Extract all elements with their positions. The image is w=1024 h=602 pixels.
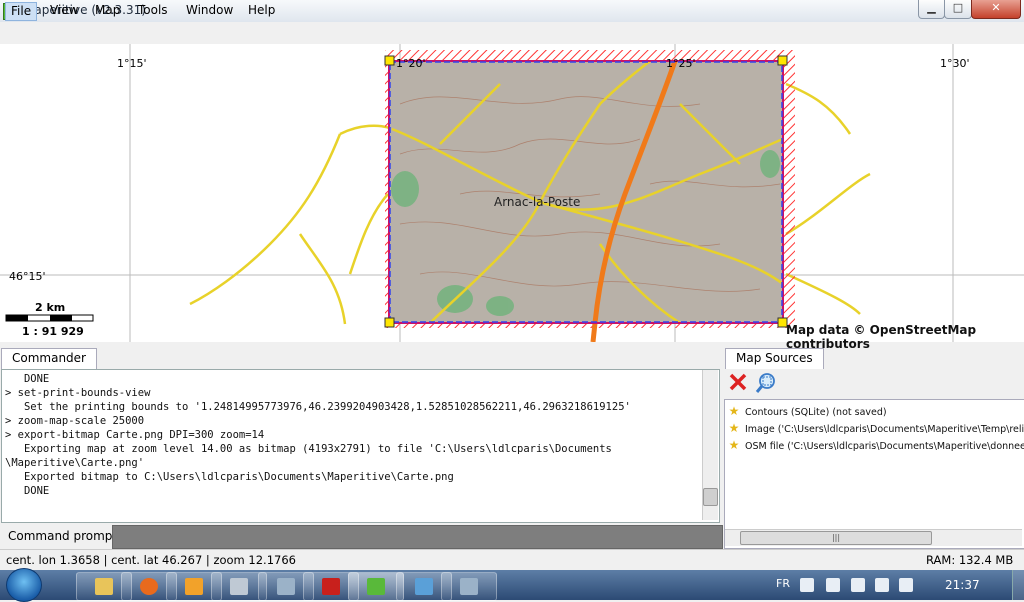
- tray-clock[interactable]: 21:37: [945, 578, 980, 592]
- menu-tools[interactable]: Tools: [133, 2, 173, 19]
- source-label: OSM file ('C:\Users\ldlcparis\Documents\…: [745, 441, 1024, 452]
- console-line: Set the printing bounds to '1.2481499577…: [5, 401, 631, 413]
- menu-view[interactable]: View: [45, 2, 83, 19]
- console-line: > zoom-map-scale 25000: [5, 415, 145, 427]
- remove-source-icon[interactable]: [728, 372, 748, 392]
- maximize-button[interactable]: □: [944, 0, 972, 19]
- app-icon: [277, 578, 295, 595]
- console-line: Exporting map at zoom level 14.00 as bit…: [5, 443, 612, 455]
- console-line: > set-print-bounds-view: [5, 387, 151, 399]
- menu-help[interactable]: Help: [243, 2, 280, 19]
- taskbar-tool[interactable]: [441, 572, 497, 601]
- screenshot-icon: [415, 578, 433, 595]
- town-label: Arnac-la-Poste: [494, 195, 580, 209]
- paint-icon: [230, 578, 248, 595]
- show-desktop-button[interactable]: [1012, 570, 1024, 600]
- window-title: Maperitive (v2.3.31): [24, 3, 146, 17]
- console-line: DONE: [5, 485, 50, 497]
- close-button[interactable]: ✕: [971, 0, 1021, 19]
- tool-icon: [460, 578, 478, 595]
- lon-label-2: 1°20': [396, 57, 426, 70]
- firefox-icon: [140, 578, 158, 595]
- lon-label-4: 1°30': [940, 57, 970, 70]
- map-sources-list[interactable]: ★ Contours (SQLite) (not saved) ★ Image ('…: [724, 399, 1024, 549]
- menu-bar: [0, 22, 1024, 44]
- map-credit: Map data © OpenStreetMap contributors: [786, 323, 977, 351]
- start-button[interactable]: [6, 568, 42, 602]
- minimize-button[interactable]: ▁: [918, 0, 945, 19]
- command-prompt-label: Command prompt:: [8, 529, 122, 543]
- status-ram: RAM: 132.4 MB: [926, 553, 1014, 567]
- media-player-icon: [185, 578, 203, 595]
- tray-network-icon[interactable]: [875, 578, 889, 592]
- tray-alert-icon[interactable]: [899, 578, 913, 592]
- tray-chevron-icon[interactable]: [800, 578, 814, 592]
- tab-map-sources[interactable]: Map Sources: [725, 348, 824, 369]
- scale-bar: [5, 314, 94, 322]
- source-label: Contours (SQLite) (not saved): [745, 407, 887, 418]
- source-label: Image ('C:\Users\ldlcparis\Documents\Map…: [745, 424, 1024, 435]
- tray-language[interactable]: FR: [776, 577, 790, 590]
- list-item[interactable]: ★ Contours (SQLite) (not saved): [727, 403, 887, 419]
- scale-distance: 2 km: [35, 301, 65, 314]
- status-position: cent. lon 1.3658 | cent. lat 46.267 | zo…: [6, 553, 296, 567]
- menu-map[interactable]: Map: [90, 2, 125, 19]
- tray-device-icon[interactable]: [826, 578, 840, 592]
- list-item[interactable]: ★ Image ('C:\Users\ldlcparis\Documents\Ma…: [727, 420, 1024, 436]
- tray-volume-icon[interactable]: [851, 578, 865, 592]
- scale-ratio: 1 : 91 929: [22, 325, 84, 338]
- menu-window[interactable]: Window: [181, 2, 238, 19]
- folder-icon: [95, 578, 113, 595]
- lon-label-1: 1°15': [117, 57, 147, 70]
- zoom-to-source-icon[interactable]: [755, 372, 777, 394]
- tab-commander[interactable]: Commander: [1, 348, 97, 369]
- command-prompt-input[interactable]: [112, 525, 723, 549]
- sources-scroll-thumb[interactable]: |||: [740, 531, 932, 545]
- list-item[interactable]: ★ OSM file ('C:\Users\ldlcparis\Documents…: [727, 437, 1024, 453]
- map-canvas[interactable]: 1°15' 1°20' 1°25' 1°30' 46°15' Arnac-la-…: [0, 44, 1024, 342]
- console-line: Exported bitmap to C:\Users\ldlcparis\Do…: [5, 471, 454, 483]
- handle-top-right[interactable]: [777, 55, 788, 66]
- commander-console[interactable]: DONE > set-print-bounds-view Set the pri…: [1, 369, 720, 523]
- console-line: DONE: [5, 373, 50, 385]
- lat-label: 46°15': [9, 270, 46, 283]
- console-line: > export-bitmap Carte.png DPI=300 zoom=1…: [5, 429, 265, 441]
- lon-label-3: 1°25': [666, 57, 696, 70]
- acrobat-icon: [322, 578, 340, 595]
- map-view[interactable]: 1°15' 1°20' 1°25' 1°30' 46°15' Arnac-la-…: [0, 44, 1024, 342]
- star-icon: ★: [728, 421, 740, 435]
- maperitive-icon: [367, 578, 385, 595]
- star-icon: ★: [728, 438, 740, 452]
- handle-bottom-left[interactable]: [384, 317, 395, 328]
- console-line: \Maperitive\Carte.png': [5, 457, 145, 469]
- star-icon: ★: [728, 404, 740, 418]
- console-scroll-thumb[interactable]: [703, 488, 718, 506]
- menu-file[interactable]: File: [5, 2, 38, 21]
- handle-top-left[interactable]: [384, 55, 395, 66]
- print-area-map: [390, 61, 783, 323]
